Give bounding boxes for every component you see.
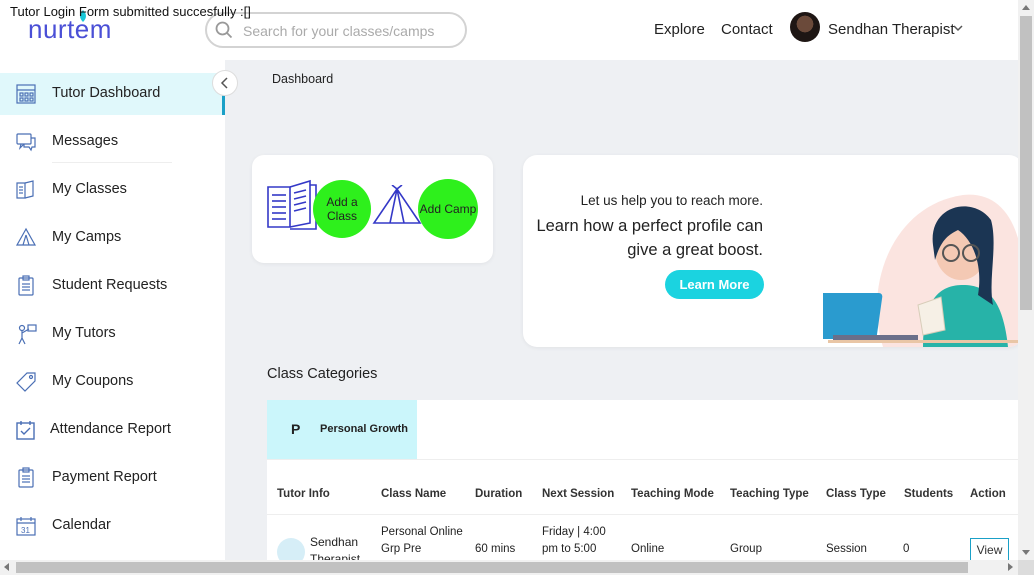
- clipboard-icon: [18, 275, 34, 296]
- sidebar-item-my-coupons[interactable]: My Coupons: [0, 361, 225, 403]
- table-cell-teaching-mode: Online: [631, 543, 665, 555]
- category-letter: P: [291, 421, 301, 437]
- scroll-left-icon[interactable]: [4, 563, 9, 571]
- teacher-icon: [18, 324, 37, 345]
- divider: [267, 459, 1018, 460]
- sidebar-item-label: Student Requests: [52, 277, 168, 293]
- column-header: Students: [904, 488, 954, 500]
- sidebar-item-my-camps[interactable]: My Camps: [0, 217, 225, 259]
- class-categories-title: Class Categories: [267, 366, 378, 382]
- calendar-icon: 31: [16, 517, 36, 536]
- scroll-down-icon[interactable]: [1022, 550, 1030, 555]
- sidebar-item-label: My Classes: [52, 181, 127, 197]
- search-icon: [215, 21, 233, 39]
- avatar[interactable]: [790, 12, 820, 42]
- scroll-right-icon[interactable]: [1008, 563, 1013, 571]
- breadcrumb[interactable]: Dashboard: [272, 72, 333, 86]
- sidebar-item-label: Messages: [52, 133, 119, 149]
- sidebar-item-label: My Camps: [52, 229, 122, 245]
- sidebar-item-label: Calendar: [52, 517, 111, 533]
- column-header: Next Session: [542, 488, 615, 500]
- sidebar-item-calendar[interactable]: 31 Calendar: [0, 505, 225, 547]
- collapse-sidebar-button[interactable]: [212, 70, 238, 96]
- sidebar-item-label: Tutor Dashboard: [52, 85, 161, 101]
- tab-personal-growth[interactable]: P Personal Growth: [267, 400, 417, 459]
- nav-contact-link[interactable]: Contact: [721, 21, 773, 38]
- table-cell-class-name[interactable]: Personal Online Grp Pre: [381, 524, 467, 558]
- column-header: Class Type: [826, 488, 886, 500]
- chevron-left-icon: [220, 77, 228, 89]
- divider: [52, 162, 172, 163]
- sidebar-item-attendance-report[interactable]: Attendance Report: [0, 409, 225, 451]
- sidebar-item-payment-report[interactable]: Payment Report: [0, 457, 225, 499]
- sidebar-item-label: Attendance Report: [50, 421, 171, 437]
- woman-reading-illustration: [823, 194, 1023, 347]
- promo-subtitle: Let us help you to reach more.: [580, 193, 763, 208]
- sidebar-item-student-requests[interactable]: Student Requests: [0, 265, 225, 307]
- table-cell-teaching-type: Group: [730, 543, 762, 555]
- sidebar-item-label: My Coupons: [52, 373, 134, 389]
- tag-icon: [16, 372, 36, 392]
- promo-card: Let us help you to reach more. Learn how…: [523, 155, 1023, 347]
- tent-icon: [372, 185, 422, 224]
- sidebar-item-my-classes[interactable]: My Classes: [0, 169, 225, 211]
- sidebar-item-my-tutors[interactable]: My Tutors: [0, 313, 225, 355]
- chat-bubble-icon: [16, 133, 36, 152]
- table-cell-class-type: Session: [826, 543, 867, 555]
- open-book-icon: [267, 179, 317, 230]
- column-header: Teaching Type: [730, 488, 809, 500]
- sidebar-item-label: My Tutors: [52, 325, 116, 341]
- book-icon: [16, 180, 34, 199]
- clipboard-icon: [18, 467, 34, 488]
- search-input[interactable]: [243, 21, 453, 41]
- scroll-up-icon[interactable]: [1022, 5, 1030, 10]
- sidebar-item-tutor-dashboard[interactable]: Tutor Dashboard: [0, 73, 225, 115]
- scrollbar-corner: [1018, 560, 1034, 575]
- table-cell-duration: 60 mins: [475, 543, 516, 555]
- dashboard-grid-icon: [16, 84, 36, 104]
- horizontal-scroll-thumb[interactable]: [16, 562, 968, 573]
- tutor-avatar: [277, 538, 305, 560]
- toast-message: Tutor Login Form submitted succesfully :…: [10, 4, 251, 19]
- column-header: Duration: [475, 488, 523, 500]
- table-cell-students: 0: [903, 543, 910, 555]
- column-header: Action: [970, 488, 1006, 500]
- category-name: Personal Growth: [320, 423, 409, 435]
- table-cell-tutor: Sendhan Therapist: [310, 535, 361, 560]
- quick-actions-card: Add a Class Add Camp: [252, 155, 493, 263]
- user-name[interactable]: Sendhan Therapist: [828, 21, 954, 38]
- column-header: Tutor Info: [277, 488, 330, 500]
- vertical-scrollbar[interactable]: [1018, 0, 1034, 560]
- sidebar: Tutor Dashboard Messages My Classes My C…: [0, 60, 225, 560]
- vertical-scroll-thumb[interactable]: [1020, 16, 1032, 310]
- sidebar-item-messages[interactable]: Messages: [0, 121, 225, 163]
- calendar-check-icon: [16, 421, 35, 440]
- column-header: Class Name: [381, 488, 447, 500]
- horizontal-scrollbar[interactable]: [0, 560, 1018, 575]
- divider: [267, 514, 1018, 515]
- sidebar-item-label: Payment Report: [52, 469, 157, 485]
- class-categories-panel: P Personal Growth Tutor Info Class Name …: [267, 400, 1018, 560]
- view-button[interactable]: View: [970, 538, 1009, 560]
- promo-heading: Learn how a perfect profile can give a g…: [536, 217, 763, 259]
- learn-more-button[interactable]: Learn More: [665, 270, 764, 299]
- add-class-button[interactable]: Add a Class: [313, 180, 371, 238]
- nav-explore-link[interactable]: Explore: [654, 21, 705, 38]
- table-cell-next-session: Friday | 4:00 pm to 5:00: [542, 526, 606, 555]
- tent-icon: [15, 227, 37, 246]
- add-camp-button[interactable]: Add Camp: [418, 179, 478, 239]
- chevron-down-icon[interactable]: [952, 24, 964, 32]
- svg-text:31: 31: [21, 526, 30, 535]
- column-header: Teaching Mode: [631, 488, 714, 500]
